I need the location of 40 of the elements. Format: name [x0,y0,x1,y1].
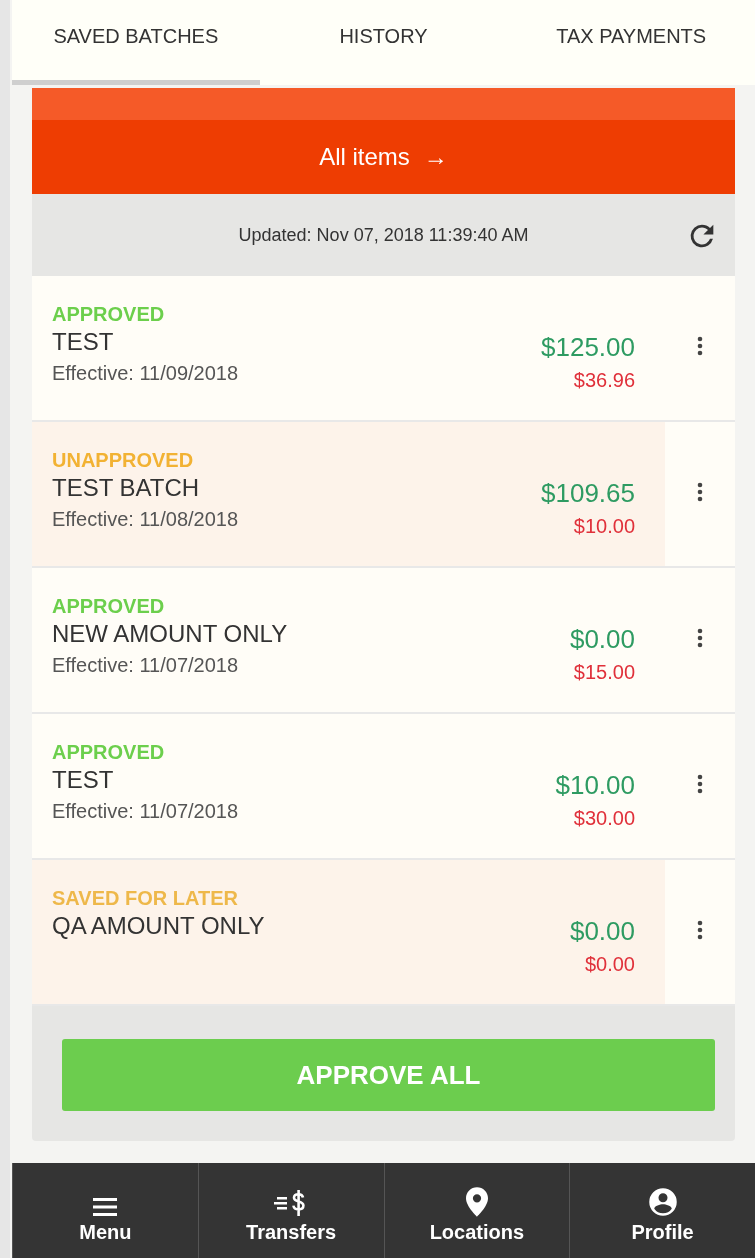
nav-tab[interactable]: Profile [569,1163,755,1258]
status-label: UNAPPROVED [52,448,195,472]
status-label: APPROVED [52,740,166,764]
fee-amount: $0.00 [584,952,635,977]
location-pin-icon [465,1187,488,1217]
menu-icon [93,1197,118,1217]
nav-tab[interactable]: Menu [12,1163,198,1258]
batch-name: NEW AMOUNT ONLY [52,619,289,649]
more-icon[interactable] [697,774,703,794]
fee-amount: $30.00 [573,806,635,831]
status-label: APPROVED [52,594,166,618]
fee-amount: $10.00 [573,514,635,539]
updated-text: Updated: Nov 07, 2018 11:39:40 AM [238,224,529,246]
more-icon[interactable] [697,336,703,356]
batch-name: TEST [52,327,115,357]
effective-date: Effective: 11/08/2018 [52,507,240,532]
effective-date: Effective: 11/07/2018 [52,799,240,824]
status-label: SAVED FOR LATER [52,886,239,910]
fee-amount: $15.00 [573,660,635,685]
fee-amount: $36.96 [573,368,635,393]
status-label: APPROVED [52,302,166,326]
all-items-link[interactable]: All items → [319,143,448,171]
batch-name: QA AMOUNT ONLY [52,911,266,941]
profile-icon [647,1187,678,1217]
tab[interactable]: TAX PAYMENTS [507,0,755,85]
amount: $109.65 [541,477,635,510]
effective-date: Effective: 11/09/2018 [52,361,240,386]
batch-name: TEST BATCH [52,473,201,503]
effective-date: Effective: 11/07/2018 [52,653,240,678]
amount: $0.00 [569,915,635,948]
nav-tab[interactable]: Locations [383,1163,570,1258]
more-icon[interactable] [697,920,703,940]
tab[interactable]: HISTORY [259,0,508,85]
amount: $125.00 [541,331,635,364]
more-icon[interactable] [697,482,703,502]
amount: $10.00 [555,769,635,802]
amount: $0.00 [569,623,635,656]
nav-tab[interactable]: Transfers [197,1163,384,1258]
more-icon[interactable] [697,628,703,648]
batch-name: TEST [52,765,115,795]
